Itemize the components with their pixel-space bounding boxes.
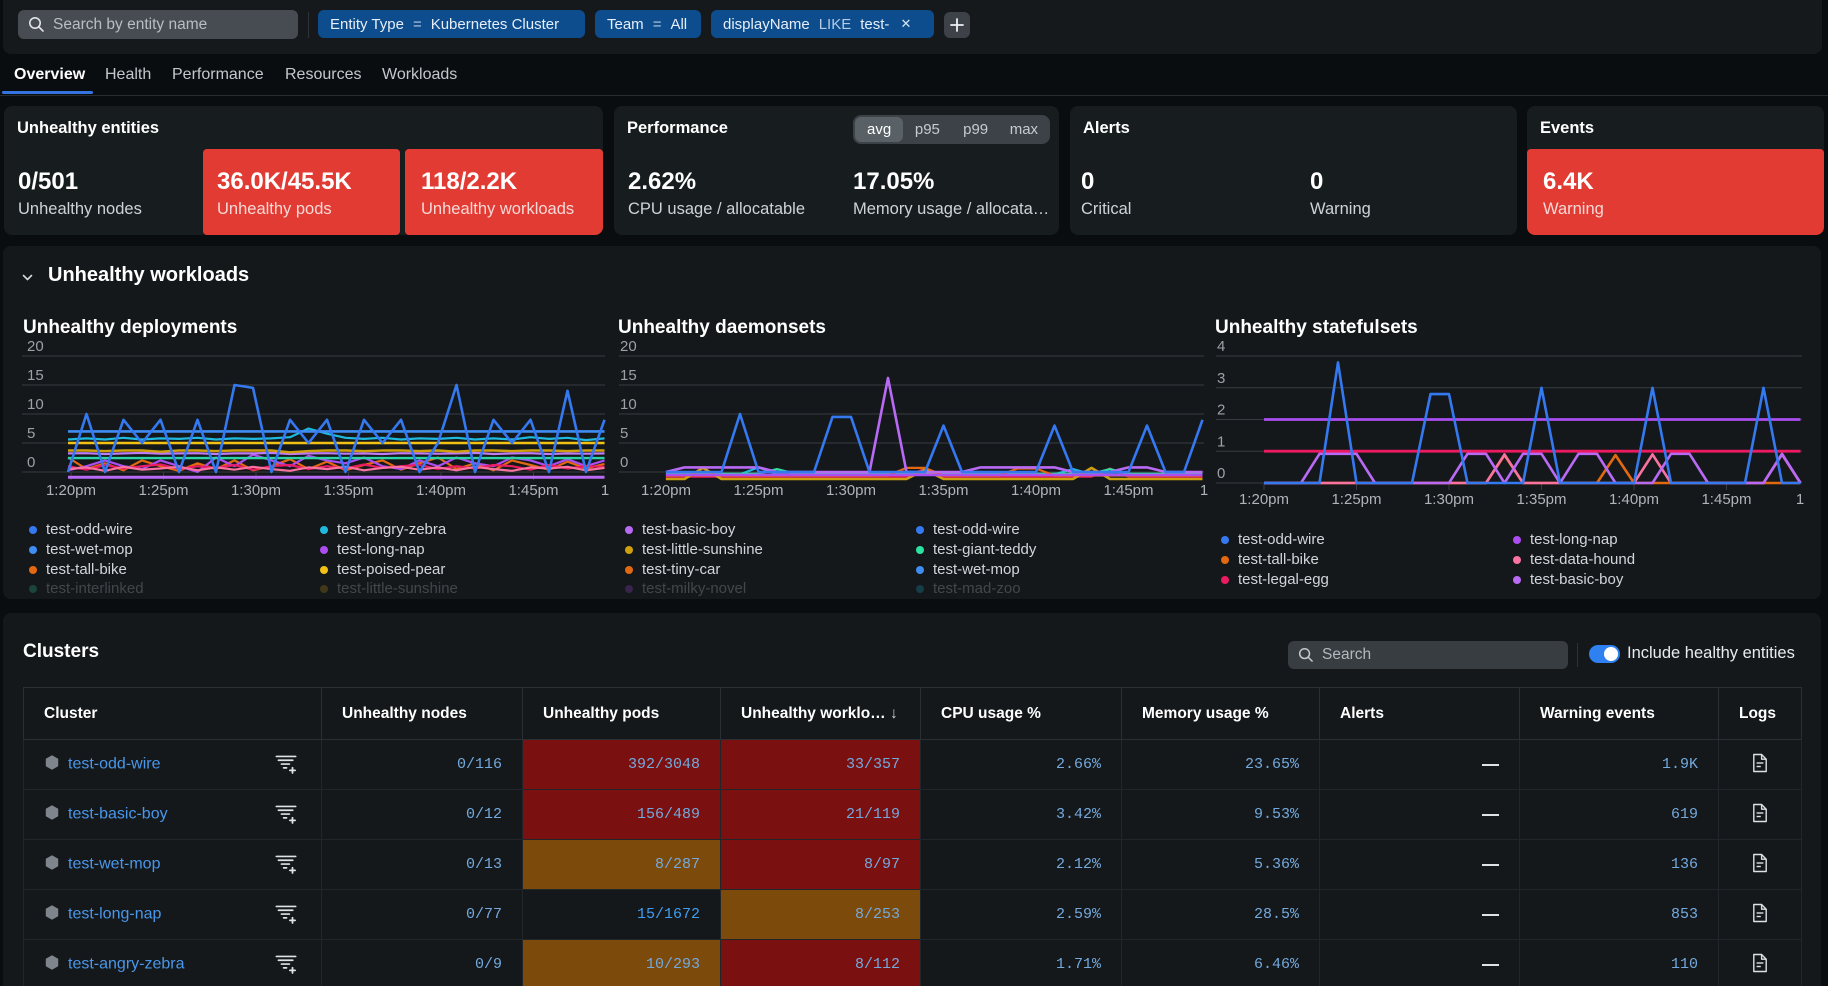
svg-text:1:30pm: 1:30pm [1424, 491, 1474, 508]
svg-text:1:35pm: 1:35pm [323, 482, 373, 499]
svg-text:1:45pm: 1:45pm [508, 482, 558, 499]
svg-text:3: 3 [1217, 370, 1225, 387]
svg-text:1:45pm: 1:45pm [1701, 491, 1751, 508]
svg-text:5: 5 [27, 425, 35, 442]
svg-text:1:20pm: 1:20pm [641, 482, 691, 499]
svg-text:20: 20 [620, 340, 637, 355]
svg-text:1:20pm: 1:20pm [46, 482, 96, 499]
svg-text:1:40pm: 1:40pm [1011, 482, 1061, 499]
svg-text:2: 2 [1217, 402, 1225, 419]
svg-text:1:25pm: 1:25pm [138, 482, 188, 499]
svg-text:0: 0 [27, 454, 35, 471]
svg-text:1:45pm: 1:45pm [1103, 482, 1153, 499]
svg-text:1:40pm: 1:40pm [416, 482, 466, 499]
svg-text:15: 15 [27, 367, 44, 384]
svg-text:1: 1 [1217, 433, 1225, 450]
svg-text:4: 4 [1217, 340, 1225, 355]
svg-text:10: 10 [27, 396, 44, 413]
svg-text:1: 1 [1200, 482, 1208, 499]
svg-text:1:35pm: 1:35pm [918, 482, 968, 499]
svg-text:1:30pm: 1:30pm [231, 482, 281, 499]
svg-text:1: 1 [601, 482, 609, 499]
svg-text:1:20pm: 1:20pm [1239, 491, 1289, 508]
svg-text:1:30pm: 1:30pm [826, 482, 876, 499]
svg-text:1:35pm: 1:35pm [1516, 491, 1566, 508]
svg-text:15: 15 [620, 367, 637, 384]
svg-text:20: 20 [27, 340, 44, 355]
svg-text:5: 5 [620, 425, 628, 442]
svg-text:0: 0 [1217, 465, 1225, 482]
svg-text:1:25pm: 1:25pm [733, 482, 783, 499]
svg-text:1:40pm: 1:40pm [1609, 491, 1659, 508]
svg-text:1: 1 [1796, 491, 1804, 508]
svg-text:0: 0 [620, 454, 628, 471]
svg-text:10: 10 [620, 396, 637, 413]
svg-text:1:25pm: 1:25pm [1331, 491, 1381, 508]
